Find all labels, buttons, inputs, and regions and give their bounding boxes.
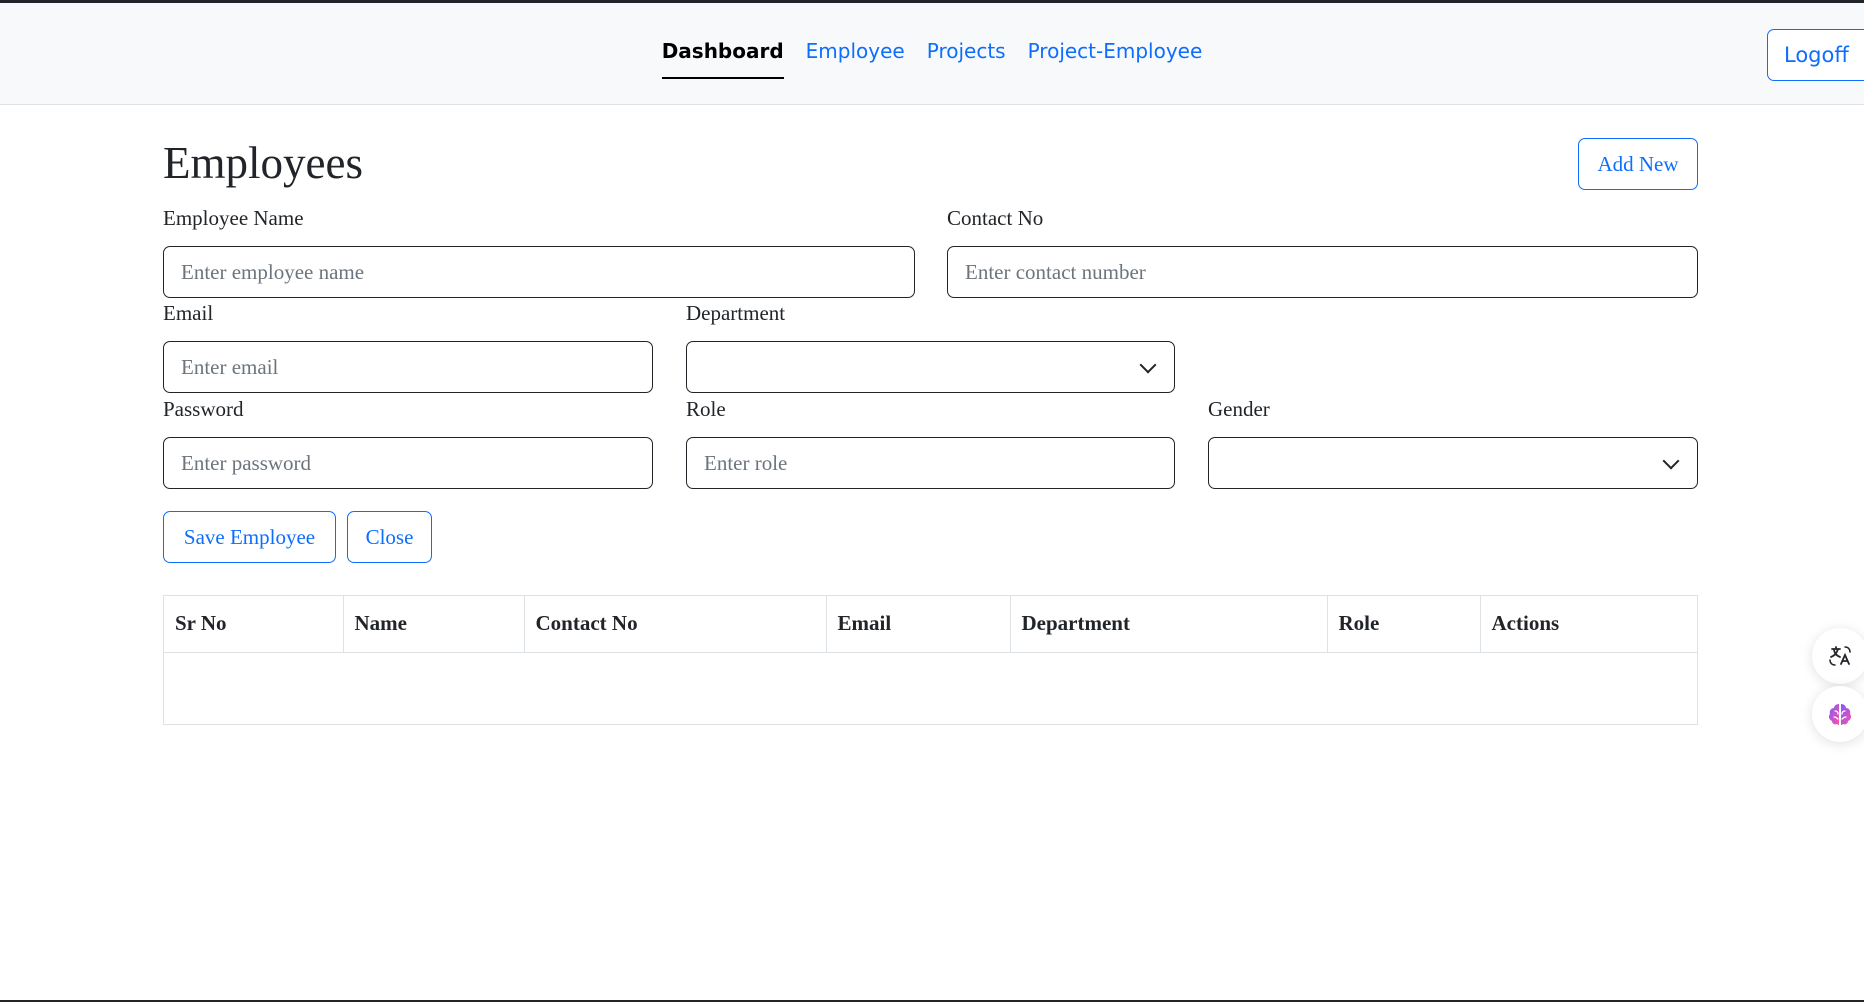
table-header-row: Sr No Name Contact No Email Department R… <box>164 596 1697 653</box>
add-new-button[interactable]: Add New <box>1578 138 1698 190</box>
employees-table: Sr No Name Contact No Email Department R… <box>163 595 1698 725</box>
brain-icon <box>1828 704 1852 725</box>
department-label: Department <box>686 301 786 325</box>
nav-link-dashboard[interactable]: Dashboard <box>661 39 784 79</box>
page-title: Employees <box>163 138 363 188</box>
column-header-role: Role <box>1327 596 1481 653</box>
employee-name-label: Employee Name <box>163 206 304 230</box>
role-input[interactable] <box>686 437 1175 489</box>
department-select[interactable] <box>686 341 1175 393</box>
email-label: Email <box>163 301 214 325</box>
chevron-down-icon <box>1662 452 1680 470</box>
employee-name-input[interactable] <box>163 246 915 298</box>
contact-no-input[interactable] <box>947 246 1698 298</box>
close-button[interactable]: Close <box>347 511 432 563</box>
nav-link-employee[interactable]: Employee <box>806 39 905 79</box>
column-header-sr-no: Sr No <box>164 596 344 653</box>
column-header-department: Department <box>1010 596 1328 653</box>
nav-link-project-employee[interactable]: Project-Employee <box>1028 39 1203 79</box>
column-header-contact-no: Contact No <box>524 596 827 653</box>
save-employee-button[interactable]: Save Employee <box>163 511 336 563</box>
password-label: Password <box>163 397 244 421</box>
ai-assistant-button[interactable] <box>1812 686 1864 742</box>
navbar: Dashboard Employee Projects Project-Empl… <box>0 3 1864 105</box>
column-header-name: Name <box>343 596 525 653</box>
contact-no-label: Contact No <box>947 206 1044 230</box>
translate-button[interactable] <box>1812 628 1864 684</box>
email-input[interactable] <box>163 341 653 393</box>
nav-links: Dashboard Employee Projects Project-Empl… <box>0 39 1864 79</box>
password-input[interactable] <box>163 437 653 489</box>
column-header-actions: Actions <box>1480 596 1697 653</box>
gender-label: Gender <box>1208 397 1270 421</box>
nav-link-projects[interactable]: Projects <box>927 39 1006 79</box>
column-header-email: Email <box>826 596 1011 653</box>
translate-icon <box>1829 646 1851 666</box>
logoff-button[interactable]: Logoff <box>1767 29 1864 81</box>
role-label: Role <box>686 397 726 421</box>
chevron-down-icon <box>1139 356 1157 374</box>
gender-select[interactable] <box>1208 437 1698 489</box>
